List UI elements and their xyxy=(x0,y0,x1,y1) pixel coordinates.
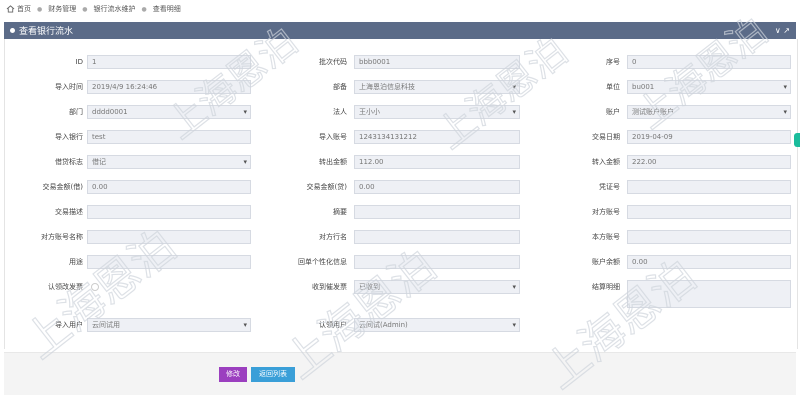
import-bank-field[interactable]: test xyxy=(87,130,251,144)
label-counter-bank: 对方行名 xyxy=(319,233,347,241)
claim-user-select[interactable]: 云间试(Admin) xyxy=(354,318,520,332)
form-footer: 修改 返回列表 xyxy=(4,352,796,395)
division-select[interactable]: dddd0001 xyxy=(87,105,251,119)
label-trade-date: 交易日期 xyxy=(592,133,620,141)
label-trade-amt-debit: 交易金额(借) xyxy=(42,183,83,191)
home-icon xyxy=(6,5,15,13)
label-counter-name: 对方账号名称 xyxy=(41,233,83,241)
label-own-acct: 本方账号 xyxy=(592,233,620,241)
voucher-field[interactable] xyxy=(627,180,791,194)
label-received: 收到催发票 xyxy=(312,283,347,291)
import-acct-field[interactable]: 1243134131212 xyxy=(354,130,520,144)
label-import-time: 导入时间 xyxy=(55,83,83,91)
label-in-amount: 转入金额 xyxy=(592,158,620,166)
label-import-acct: 导入账号 xyxy=(319,133,347,141)
dept-select[interactable]: 上海恩泊信息科技 xyxy=(354,80,520,94)
label-division: 部门 xyxy=(69,108,83,116)
label-trade-desc: 交易描述 xyxy=(55,208,83,216)
label-claimed: 认领改发票 xyxy=(48,283,83,291)
trade-amt-credit-field[interactable]: 0.00 xyxy=(354,180,520,194)
import-user-select[interactable]: 云间试用 xyxy=(87,318,251,332)
account-select[interactable]: 测试账户账户 xyxy=(627,105,791,119)
counter-bank-field[interactable] xyxy=(354,230,520,244)
label-dept: 部备 xyxy=(333,83,347,91)
unit-select[interactable]: bu001 xyxy=(627,80,791,94)
label-import-bank: 导入银行 xyxy=(55,133,83,141)
label-out-amount: 转出金额 xyxy=(319,158,347,166)
back-to-list-button[interactable]: 返回列表 xyxy=(251,367,295,382)
trade-desc-field[interactable] xyxy=(87,205,251,219)
label-batch: 批次代码 xyxy=(319,58,347,66)
summary-field[interactable] xyxy=(354,205,520,219)
label-usage: 用途 xyxy=(69,258,83,266)
counter-name-field[interactable] xyxy=(87,230,251,244)
id-field[interactable]: 1 xyxy=(87,55,251,69)
out-amount-field[interactable]: 112.00 xyxy=(354,155,520,169)
own-acct-field[interactable] xyxy=(627,230,791,244)
panel-tools[interactable]: ∨ ↗ xyxy=(775,26,790,35)
panel-bullet-icon xyxy=(10,28,15,33)
panel-header: 查看银行流水 ∨ ↗ xyxy=(4,22,796,39)
panel-title: 查看银行流水 xyxy=(19,27,74,37)
breadcrumb: 首页 ● 财务管理 ● 银行流水维护 ● 查看明细 xyxy=(6,3,181,15)
label-claim-user: 认领用户 xyxy=(319,321,347,329)
edit-button[interactable]: 修改 xyxy=(219,367,247,382)
breadcrumb-current: 查看明细 xyxy=(152,5,181,13)
usage-field[interactable] xyxy=(87,255,251,269)
label-settle-detail: 结算明细 xyxy=(592,283,620,291)
label-unit: 单位 xyxy=(606,83,620,91)
trade-date-field[interactable]: 2019-04-09 xyxy=(627,130,791,144)
breadcrumb-separator-icon: ● xyxy=(82,5,88,13)
label-trade-amt-credit: 交易金额(贷) xyxy=(306,183,347,191)
side-float-tab[interactable] xyxy=(794,133,800,147)
seq-field[interactable]: 0 xyxy=(627,55,791,69)
label-legal: 法人 xyxy=(333,108,347,116)
import-time-field[interactable]: 2019/4/9 16:24:46 xyxy=(87,80,251,94)
label-import-user: 导入用户 xyxy=(55,321,83,329)
dc-flag-select[interactable]: 借记 xyxy=(87,155,251,169)
breadcrumb-separator-icon: ● xyxy=(141,5,147,13)
receipt-info-field[interactable] xyxy=(354,255,520,269)
received-select[interactable]: 已收到 xyxy=(354,280,520,294)
breadcrumb-home[interactable]: 首页 xyxy=(17,4,31,14)
label-summary: 摘要 xyxy=(333,208,347,216)
breadcrumb-finance[interactable]: 财务管理 xyxy=(48,4,76,14)
counter-acct-field[interactable] xyxy=(627,205,791,219)
balance-field[interactable]: 0.00 xyxy=(627,255,791,269)
claimed-radio[interactable] xyxy=(91,283,99,291)
form-panel: ID 1 批次代码 bbb0001 序号 0 导入时间 2019/4/9 16:… xyxy=(4,39,798,349)
legal-select[interactable]: 王小小 xyxy=(354,105,520,119)
label-balance: 账户余额 xyxy=(592,258,620,266)
label-counter-acct: 对方账号 xyxy=(592,208,620,216)
breadcrumb-bank[interactable]: 银行流水维护 xyxy=(94,4,136,14)
in-amount-field[interactable]: 222.00 xyxy=(627,155,791,169)
label-id: ID xyxy=(75,58,83,66)
label-voucher: 凭证号 xyxy=(599,183,620,191)
label-receipt-info: 回单个性化信息 xyxy=(298,258,347,266)
label-seq: 序号 xyxy=(606,58,620,66)
trade-amt-debit-field[interactable]: 0.00 xyxy=(87,180,251,194)
label-account: 账户 xyxy=(606,108,620,116)
label-dc-flag: 借贷标志 xyxy=(55,158,83,166)
batch-field[interactable]: bbb0001 xyxy=(354,55,520,69)
breadcrumb-separator-icon: ● xyxy=(37,5,43,13)
settle-detail-textarea[interactable] xyxy=(627,280,791,308)
